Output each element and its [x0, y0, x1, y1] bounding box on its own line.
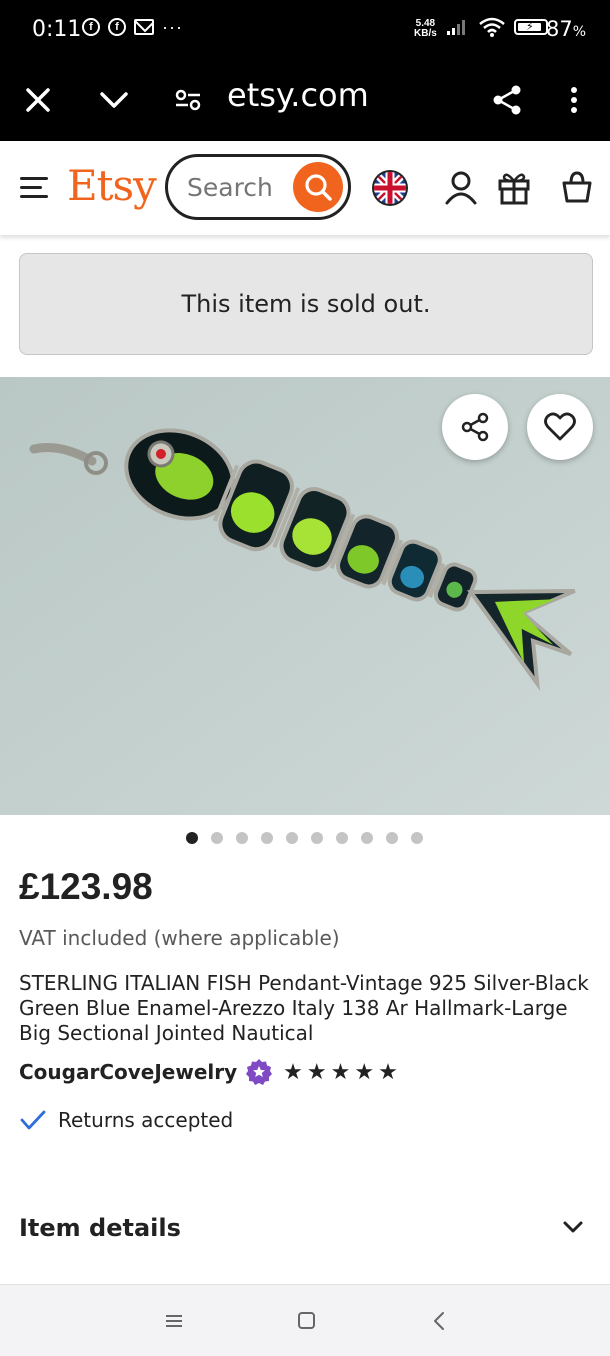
rating-stars[interactable]: ★ ★ ★ ★ ★	[283, 1059, 398, 1085]
network-speed-unit: KB/s	[414, 28, 437, 39]
close-tab-button[interactable]	[16, 78, 60, 122]
browser-menu-button[interactable]	[552, 78, 596, 122]
pagination-dot[interactable]	[236, 832, 248, 844]
browser-toolbar: etsy.com	[0, 60, 610, 141]
uk-flag-icon[interactable]	[371, 169, 409, 207]
favorite-button[interactable]	[527, 394, 593, 460]
system-icons: ⚡	[446, 16, 548, 38]
battery-percent: 87%	[546, 17, 586, 41]
returns-info: Returns accepted	[20, 1108, 233, 1132]
pagination-dot[interactable]	[261, 832, 273, 844]
returns-text: Returns accepted	[58, 1108, 234, 1132]
notification-icons: f f ···	[82, 18, 183, 36]
vat-note: VAT included (where applicable)	[19, 926, 340, 950]
chevron-down-icon	[100, 92, 128, 108]
tune-icon	[175, 89, 201, 111]
site-settings-button[interactable]	[166, 78, 210, 122]
battery-icon: ⚡	[514, 19, 548, 35]
network-speed: 5.48 KB/s	[414, 19, 437, 39]
chevron-down-icon	[563, 1221, 583, 1233]
shop-name-link[interactable]: CougarCoveJewelry	[19, 1060, 237, 1084]
pagination-dot[interactable]	[311, 832, 323, 844]
pagination-dot[interactable]	[386, 832, 398, 844]
star-icon: ★	[378, 1059, 398, 1084]
wifi-icon	[479, 17, 505, 37]
star-icon: ★	[330, 1059, 351, 1084]
star-seller-badge-icon	[246, 1059, 273, 1085]
battery-percent-value: 87	[546, 17, 573, 41]
gmail-icon	[134, 19, 154, 35]
battery-percent-unit: %	[572, 24, 587, 40]
product-price: £123.98	[19, 866, 153, 907]
menu-icon[interactable]	[20, 177, 48, 199]
home-icon[interactable]	[294, 1311, 318, 1331]
product-image[interactable]	[0, 377, 610, 815]
star-icon: ★	[283, 1059, 303, 1084]
share-icon	[493, 85, 521, 115]
close-icon	[26, 88, 50, 112]
heart-icon	[544, 412, 576, 441]
search-placeholder: Search	[187, 173, 273, 202]
cart-icon[interactable]	[560, 169, 594, 205]
pagination-dot[interactable]	[186, 832, 198, 844]
url-text[interactable]: etsy.com	[227, 76, 369, 114]
star-icon: ★	[354, 1059, 375, 1084]
pagination-dot[interactable]	[211, 832, 223, 844]
facebook-icon: f	[82, 18, 100, 36]
item-details-accordion[interactable]: Item details	[0, 1196, 610, 1262]
pagination-dot[interactable]	[411, 832, 423, 844]
recent-apps-icon[interactable]	[162, 1311, 186, 1331]
pagination-dot[interactable]	[336, 832, 348, 844]
signal-icon	[447, 20, 465, 35]
more-vert-icon	[571, 87, 577, 113]
search-button[interactable]	[293, 162, 343, 212]
status-time: 0:11	[32, 17, 82, 42]
search-icon	[305, 174, 332, 201]
star-icon: ★	[306, 1059, 327, 1084]
share-icon	[461, 412, 489, 442]
image-pagination	[186, 832, 423, 844]
sold-out-notice: This item is sold out.	[19, 253, 593, 355]
pagination-dot[interactable]	[286, 832, 298, 844]
share-page-button[interactable]	[485, 78, 529, 122]
check-icon	[20, 1110, 46, 1130]
system-nav-bar	[0, 1284, 610, 1356]
back-icon[interactable]	[428, 1311, 452, 1331]
share-listing-button[interactable]	[442, 394, 508, 460]
search-input[interactable]: Search	[165, 154, 351, 220]
more-notifications-icon: ···	[162, 17, 183, 37]
item-details-label: Item details	[19, 1214, 181, 1242]
account-icon[interactable]	[444, 169, 478, 205]
minimize-button[interactable]	[92, 78, 136, 122]
facebook-icon: f	[108, 18, 126, 36]
status-bar: 0:11 f f ··· 5.48 KB/s ⚡ 87%	[0, 0, 610, 60]
pagination-dot[interactable]	[361, 832, 373, 844]
etsy-logo[interactable]: Etsy	[67, 161, 157, 210]
product-title: STERLING ITALIAN FISH Pendant-Vintage 92…	[19, 971, 589, 1045]
shop-info: CougarCoveJewelry ★ ★ ★ ★ ★	[19, 1058, 398, 1086]
gift-icon[interactable]	[497, 169, 531, 205]
fish-pendant-image	[0, 377, 610, 815]
